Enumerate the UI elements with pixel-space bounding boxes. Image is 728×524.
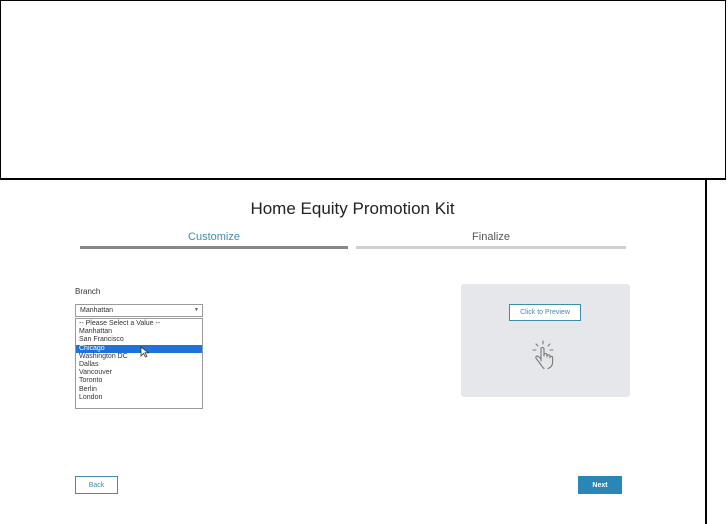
window-right-border xyxy=(705,180,707,524)
branch-select[interactable]: Manhattan ▼ xyxy=(75,304,203,317)
step-finalize-bar xyxy=(356,246,626,249)
mouse-cursor-icon xyxy=(140,346,150,358)
dropdown-option-highlighted[interactable]: Chicago xyxy=(76,344,202,353)
step-customize-bar xyxy=(80,246,348,249)
click-to-preview-button[interactable]: Click to Preview xyxy=(509,304,581,321)
branch-select-value: Manhattan xyxy=(80,307,114,314)
page-title: Home Equity Promotion Kit xyxy=(250,199,455,218)
dropdown-option[interactable]: London xyxy=(76,394,202,402)
next-button[interactable]: Next xyxy=(578,476,622,494)
top-blank-frame xyxy=(0,0,726,180)
dropdown-option[interactable]: Vancouver xyxy=(76,369,202,377)
back-button[interactable]: Back xyxy=(75,476,118,494)
step-customize-label[interactable]: Customize xyxy=(80,231,348,243)
tap-hand-icon xyxy=(532,340,554,370)
branch-dropdown-list: -- Please Select a Value -- Manhattan Sa… xyxy=(75,318,203,409)
branch-label: Branch xyxy=(75,287,101,296)
step-finalize-label[interactable]: Finalize xyxy=(356,231,626,243)
chevron-down-icon: ▼ xyxy=(194,307,199,313)
dropdown-option[interactable]: Washington DC xyxy=(76,353,202,361)
dropdown-option[interactable]: San Francisco xyxy=(76,336,202,344)
dropdown-option[interactable]: Dallas xyxy=(76,361,202,369)
dropdown-option[interactable]: Toronto xyxy=(76,377,202,385)
dropdown-option[interactable]: -- Please Select a Value -- xyxy=(76,320,202,328)
dropdown-option[interactable]: Berlin xyxy=(76,386,202,394)
dropdown-option[interactable]: Manhattan xyxy=(76,328,202,336)
preview-panel: Click to Preview xyxy=(461,284,630,397)
